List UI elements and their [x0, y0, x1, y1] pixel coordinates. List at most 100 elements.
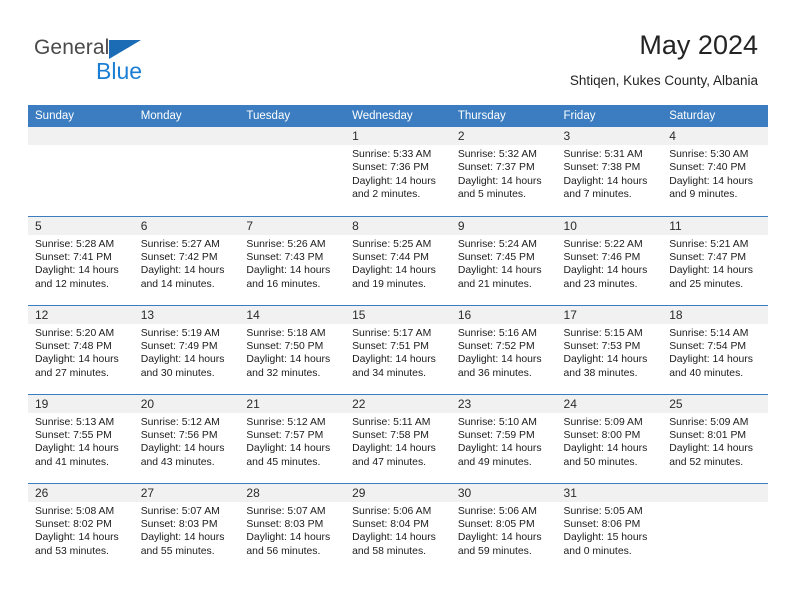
calendar-day-cell[interactable]: 27 Sunrise: 5:07 AM Sunset: 8:03 PM Dayligh…: [133, 482, 240, 572]
calendar-day-cell[interactable]: 24 Sunrise: 5:09 AM Sunset: 8:00 PM Dayligh…: [556, 393, 663, 483]
day-detail: Sunrise: 5:25 AM Sunset: 7:44 PM Daylight:…: [345, 235, 451, 292]
calendar-day-cell[interactable]: 12 Sunrise: 5:20 AM Sunset: 7:48 PM Dayligh…: [28, 304, 134, 394]
day-number: 27: [133, 483, 240, 502]
day-detail: Sunrise: 5:11 AM Sunset: 7:58 PM Daylight:…: [345, 413, 451, 470]
calendar-day-cell[interactable]: 28 Sunrise: 5:07 AM Sunset: 8:03 PM Dayligh…: [239, 482, 346, 572]
daylight-text-line1: Daylight: 14 hours: [563, 265, 648, 277]
title-block: May 2024 Shtiqen, Kukes County, Albania: [570, 28, 758, 89]
day-detail: Sunrise: 5:18 AM Sunset: 7:50 PM Daylight:…: [239, 324, 345, 381]
day-number: 17: [556, 305, 663, 324]
daylight-text-line1: Daylight: 14 hours: [563, 354, 648, 366]
sunset-text: Sunset: 7:58 PM: [352, 429, 429, 441]
day-number: 16: [450, 305, 557, 324]
calendar-day-cell[interactable]: 7 Sunrise: 5:26 AM Sunset: 7:43 PM Daylight…: [239, 215, 346, 305]
daylight-text-line2: and 34 minutes.: [352, 367, 427, 379]
calendar-day-cell[interactable]: 13 Sunrise: 5:19 AM Sunset: 7:49 PM Dayligh…: [133, 304, 240, 394]
day-detail: Sunrise: 5:28 AM Sunset: 7:41 PM Daylight:…: [28, 235, 134, 292]
sunrise-text: Sunrise: 5:05 AM: [563, 505, 643, 517]
sunset-text: Sunset: 7:45 PM: [457, 251, 535, 263]
sunrise-text: Sunrise: 5:12 AM: [246, 416, 326, 428]
calendar-day-cell[interactable]: 5 Sunrise: 5:28 AM Sunset: 7:41 PM Daylight…: [28, 215, 134, 305]
calendar-grid: Sunday Monday Tuesday Wednesday Thursday…: [28, 105, 768, 572]
calendar-body: 1 Sunrise: 5:33 AM Sunset: 7:36 PM Daylight…: [28, 127, 768, 572]
calendar-day-cell[interactable]: 3 Sunrise: 5:31 AM Sunset: 7:38 PM Daylight…: [556, 127, 663, 216]
sunrise-text: Sunrise: 5:28 AM: [35, 238, 115, 250]
calendar-day-cell[interactable]: 30 Sunrise: 5:06 AM Sunset: 8:05 PM Dayligh…: [450, 482, 557, 572]
sunrise-text: Sunrise: 5:31 AM: [563, 149, 643, 160]
sunrise-text: Sunrise: 5:07 AM: [140, 505, 220, 517]
calendar-week-row: 12 Sunrise: 5:20 AM Sunset: 7:48 PM Dayligh…: [28, 304, 768, 394]
calendar-day-cell[interactable]: 14 Sunrise: 5:18 AM Sunset: 7:50 PM Dayligh…: [239, 304, 346, 394]
calendar-day-cell[interactable]: 17 Sunrise: 5:15 AM Sunset: 7:53 PM Dayligh…: [556, 304, 663, 394]
weekday-header-tuesday: Tuesday: [239, 105, 346, 127]
calendar-day-cell[interactable]: 20 Sunrise: 5:12 AM Sunset: 7:56 PM Dayligh…: [133, 393, 240, 483]
day-detail: Sunrise: 5:33 AM Sunset: 7:36 PM Daylight:…: [345, 145, 451, 202]
day-number: 1: [345, 127, 451, 145]
sunrise-text: Sunrise: 5:15 AM: [563, 327, 643, 339]
sunset-text: Sunset: 7:54 PM: [669, 340, 747, 352]
daylight-text-line1: Daylight: 14 hours: [563, 443, 648, 455]
calendar-day-cell[interactable]: 2 Sunrise: 5:32 AM Sunset: 7:37 PM Daylight…: [450, 127, 557, 216]
calendar-day-cell[interactable]: 15 Sunrise: 5:17 AM Sunset: 7:51 PM Dayligh…: [345, 304, 451, 394]
calendar-day-cell[interactable]: 23 Sunrise: 5:10 AM Sunset: 7:59 PM Dayligh…: [450, 393, 557, 483]
sunset-text: Sunset: 8:05 PM: [457, 518, 535, 530]
sunset-text: Sunset: 7:46 PM: [563, 251, 641, 263]
daylight-text-line1: Daylight: 14 hours: [246, 354, 331, 366]
calendar-day-cell-empty: [133, 127, 240, 216]
day-detail: Sunrise: 5:14 AM Sunset: 7:54 PM Daylight:…: [662, 324, 768, 381]
daylight-text-line1: Daylight: 14 hours: [352, 443, 436, 455]
calendar-day-cell[interactable]: 10 Sunrise: 5:22 AM Sunset: 7:46 PM Dayligh…: [556, 215, 663, 305]
general-blue-logo[interactable]: General Blue: [34, 36, 174, 92]
calendar-day-cell[interactable]: 31 Sunrise: 5:05 AM Sunset: 8:06 PM Dayligh…: [556, 482, 663, 572]
sunset-text: Sunset: 8:00 PM: [563, 429, 641, 441]
sunset-text: Sunset: 8:03 PM: [140, 518, 218, 530]
weekday-header-friday: Friday: [556, 105, 663, 127]
sunset-text: Sunset: 7:55 PM: [35, 429, 112, 441]
day-number: 23: [450, 394, 557, 413]
day-detail: Sunrise: 5:12 AM Sunset: 7:57 PM Daylight:…: [239, 413, 345, 470]
sunset-text: Sunset: 7:57 PM: [246, 429, 324, 441]
calendar-day-cell[interactable]: 6 Sunrise: 5:27 AM Sunset: 7:42 PM Daylight…: [133, 215, 240, 305]
day-number: 4: [662, 127, 768, 145]
calendar-day-cell-empty: [239, 127, 346, 216]
daylight-text-line1: Daylight: 14 hours: [457, 265, 542, 277]
daylight-text-line2: and 58 minutes.: [352, 545, 427, 557]
day-number: 15: [345, 305, 451, 324]
daylight-text-line2: and 53 minutes.: [35, 545, 109, 557]
daylight-text-line2: and 14 minutes.: [140, 278, 215, 290]
calendar-page: General Blue May 2024 Shtiqen, Kukes Cou…: [0, 0, 792, 612]
day-number: [662, 483, 768, 502]
calendar-day-cell[interactable]: 4 Sunrise: 5:30 AM Sunset: 7:40 PM Daylight…: [662, 127, 768, 216]
calendar-day-cell[interactable]: 9 Sunrise: 5:24 AM Sunset: 7:45 PM Daylight…: [450, 215, 557, 305]
day-detail: Sunrise: 5:32 AM Sunset: 7:37 PM Daylight:…: [451, 145, 557, 202]
calendar-day-cell[interactable]: 16 Sunrise: 5:16 AM Sunset: 7:52 PM Dayligh…: [450, 304, 557, 394]
calendar-day-cell[interactable]: 1 Sunrise: 5:33 AM Sunset: 7:36 PM Daylight…: [345, 127, 451, 216]
sunrise-text: Sunrise: 5:06 AM: [352, 505, 432, 517]
day-detail: Sunrise: 5:07 AM Sunset: 8:03 PM Daylight:…: [239, 502, 345, 559]
daylight-text-line2: and 56 minutes.: [246, 545, 321, 557]
calendar-day-cell[interactable]: 11 Sunrise: 5:21 AM Sunset: 7:47 PM Dayligh…: [662, 215, 768, 305]
calendar-day-cell[interactable]: 21 Sunrise: 5:12 AM Sunset: 7:57 PM Dayligh…: [239, 393, 346, 483]
daylight-text-line2: and 7 minutes.: [563, 189, 632, 201]
daylight-text-line2: and 25 minutes.: [669, 278, 744, 290]
sunrise-text: Sunrise: 5:32 AM: [457, 149, 537, 160]
calendar-day-cell[interactable]: 29 Sunrise: 5:06 AM Sunset: 8:04 PM Dayligh…: [345, 482, 451, 572]
calendar-day-cell[interactable]: 25 Sunrise: 5:09 AM Sunset: 8:01 PM Dayligh…: [662, 393, 768, 483]
calendar-day-cell[interactable]: 22 Sunrise: 5:11 AM Sunset: 7:58 PM Dayligh…: [345, 393, 451, 483]
daylight-text-line2: and 36 minutes.: [457, 367, 532, 379]
daylight-text-line1: Daylight: 14 hours: [140, 532, 225, 544]
daylight-text-line2: and 47 minutes.: [352, 456, 427, 468]
calendar-day-cell[interactable]: 18 Sunrise: 5:14 AM Sunset: 7:54 PM Dayligh…: [662, 304, 768, 394]
sunrise-text: Sunrise: 5:25 AM: [352, 238, 432, 250]
daylight-text-line1: Daylight: 14 hours: [35, 443, 119, 455]
calendar-day-cell[interactable]: 19 Sunrise: 5:13 AM Sunset: 7:55 PM Dayligh…: [28, 393, 134, 483]
daylight-text-line1: Daylight: 14 hours: [669, 265, 753, 277]
calendar-day-cell[interactable]: 26 Sunrise: 5:08 AM Sunset: 8:02 PM Dayligh…: [28, 482, 134, 572]
daylight-text-line2: and 59 minutes.: [457, 545, 532, 557]
daylight-text-line2: and 21 minutes.: [457, 278, 532, 290]
daylight-text-line2: and 9 minutes.: [669, 189, 738, 201]
day-number: 29: [345, 483, 451, 502]
calendar-day-cell[interactable]: 8 Sunrise: 5:25 AM Sunset: 7:44 PM Daylight…: [345, 215, 451, 305]
daylight-text-line1: Daylight: 14 hours: [140, 443, 225, 455]
weekday-header-wednesday: Wednesday: [345, 105, 451, 127]
